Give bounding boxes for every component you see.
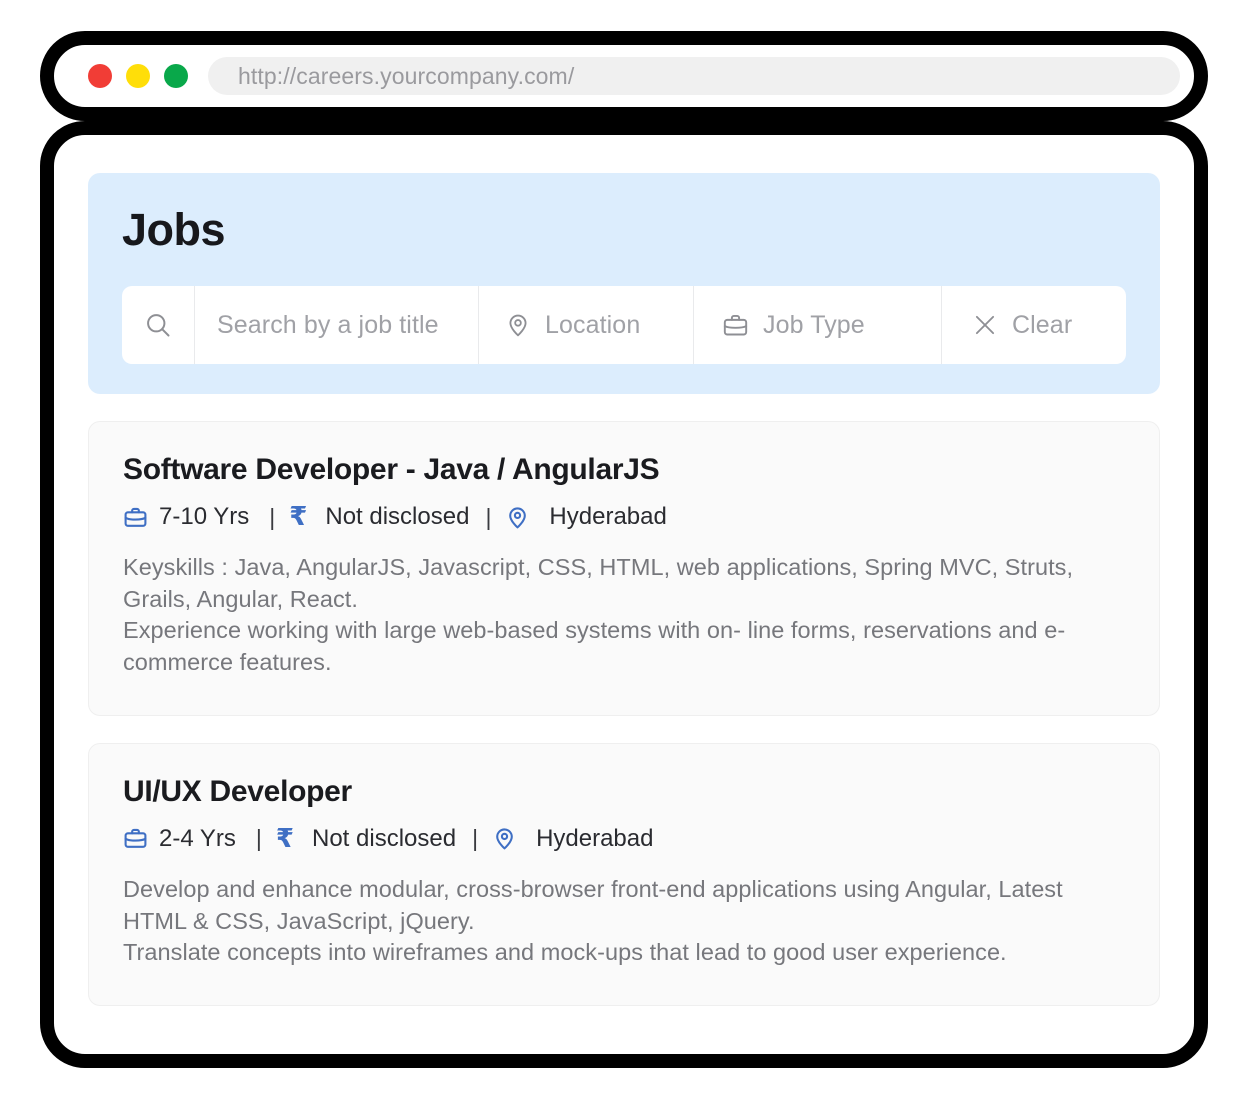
- map-pin-icon: [505, 312, 531, 338]
- job-title: Software Developer - Java / AngularJS: [123, 453, 660, 486]
- search-button[interactable]: [122, 286, 194, 364]
- rupee-icon: ₹: [289, 502, 308, 532]
- maximize-window-button[interactable]: [164, 64, 188, 88]
- map-pin-icon: [492, 826, 517, 851]
- job-title: UI/UX Developer: [123, 774, 352, 808]
- search-icon: [144, 311, 172, 339]
- address-bar-url: http://careers.yourcompany.com/: [238, 62, 575, 89]
- page-title: Jobs: [122, 204, 226, 255]
- address-bar[interactable]: http://careers.yourcompany.com/: [208, 57, 1180, 95]
- clear-filters-button[interactable]: Clear: [941, 286, 1126, 364]
- meta-separator: |: [472, 825, 479, 852]
- map-pin-icon: [505, 505, 530, 530]
- jobs-search-panel: Jobs Search by a job title Location Job …: [88, 173, 1160, 394]
- job-description-line: Translate concepts into wireframes and m…: [123, 939, 1007, 966]
- job-location: Hyderabad: [536, 824, 654, 852]
- traffic-light-buttons: [88, 64, 188, 88]
- job-card[interactable]: UI/UX Developer 2-4 Yrs | ₹ Not disclose…: [88, 742, 1160, 1007]
- job-title-search-input[interactable]: Search by a job title: [194, 286, 478, 364]
- browser-toolbar: http://careers.yourcompany.com/: [54, 45, 1194, 107]
- rupee-icon: ₹: [275, 823, 294, 854]
- clear-label: Clear: [1012, 310, 1073, 339]
- job-title-placeholder: Search by a job title: [217, 310, 439, 339]
- location-search-input[interactable]: Location: [478, 286, 693, 364]
- job-description-line: Experience working with large web-based …: [123, 617, 1066, 676]
- job-salary: Not disclosed: [325, 503, 470, 530]
- job-description-line: Develop and enhance modular, cross-brows…: [123, 875, 1063, 934]
- meta-separator: |: [255, 825, 262, 852]
- job-meta-row: 2-4 Yrs | ₹ Not disclosed | Hyderabad: [123, 824, 1125, 854]
- briefcase-icon: [123, 826, 148, 851]
- browser-window-mockup: http://careers.yourcompany.com/ Jobs Sea…: [0, 0, 1248, 1099]
- job-type-select[interactable]: Job Type: [693, 286, 941, 364]
- page-viewport: Jobs Search by a job title Location Job …: [54, 135, 1194, 1054]
- job-card[interactable]: Software Developer - Java / AngularJS 7-…: [88, 421, 1160, 716]
- job-experience: 2-4 Yrs: [159, 824, 236, 852]
- minimize-window-button[interactable]: [126, 64, 150, 88]
- meta-separator: |: [269, 503, 276, 530]
- page-content: Jobs Search by a job title Location Job …: [88, 173, 1160, 1007]
- job-meta-row: 7-10 Yrs | ₹ Not disclosed | Hyderabad: [123, 502, 1125, 532]
- briefcase-icon: [722, 312, 749, 339]
- job-experience: 7-10 Yrs: [159, 503, 250, 530]
- job-location: Hyderabad: [549, 503, 667, 530]
- close-window-button[interactable]: [88, 64, 112, 88]
- location-placeholder: Location: [545, 310, 641, 339]
- job-description-line: Keyskills : Java, AngularJS, Javascript,…: [123, 554, 1074, 612]
- job-type-placeholder: Job Type: [763, 310, 865, 339]
- briefcase-icon: [123, 505, 148, 530]
- meta-separator: |: [485, 503, 492, 530]
- job-search-bar: Search by a job title Location Job Type …: [122, 286, 1126, 364]
- close-x-icon: [972, 312, 998, 338]
- job-salary: Not disclosed: [312, 824, 457, 852]
